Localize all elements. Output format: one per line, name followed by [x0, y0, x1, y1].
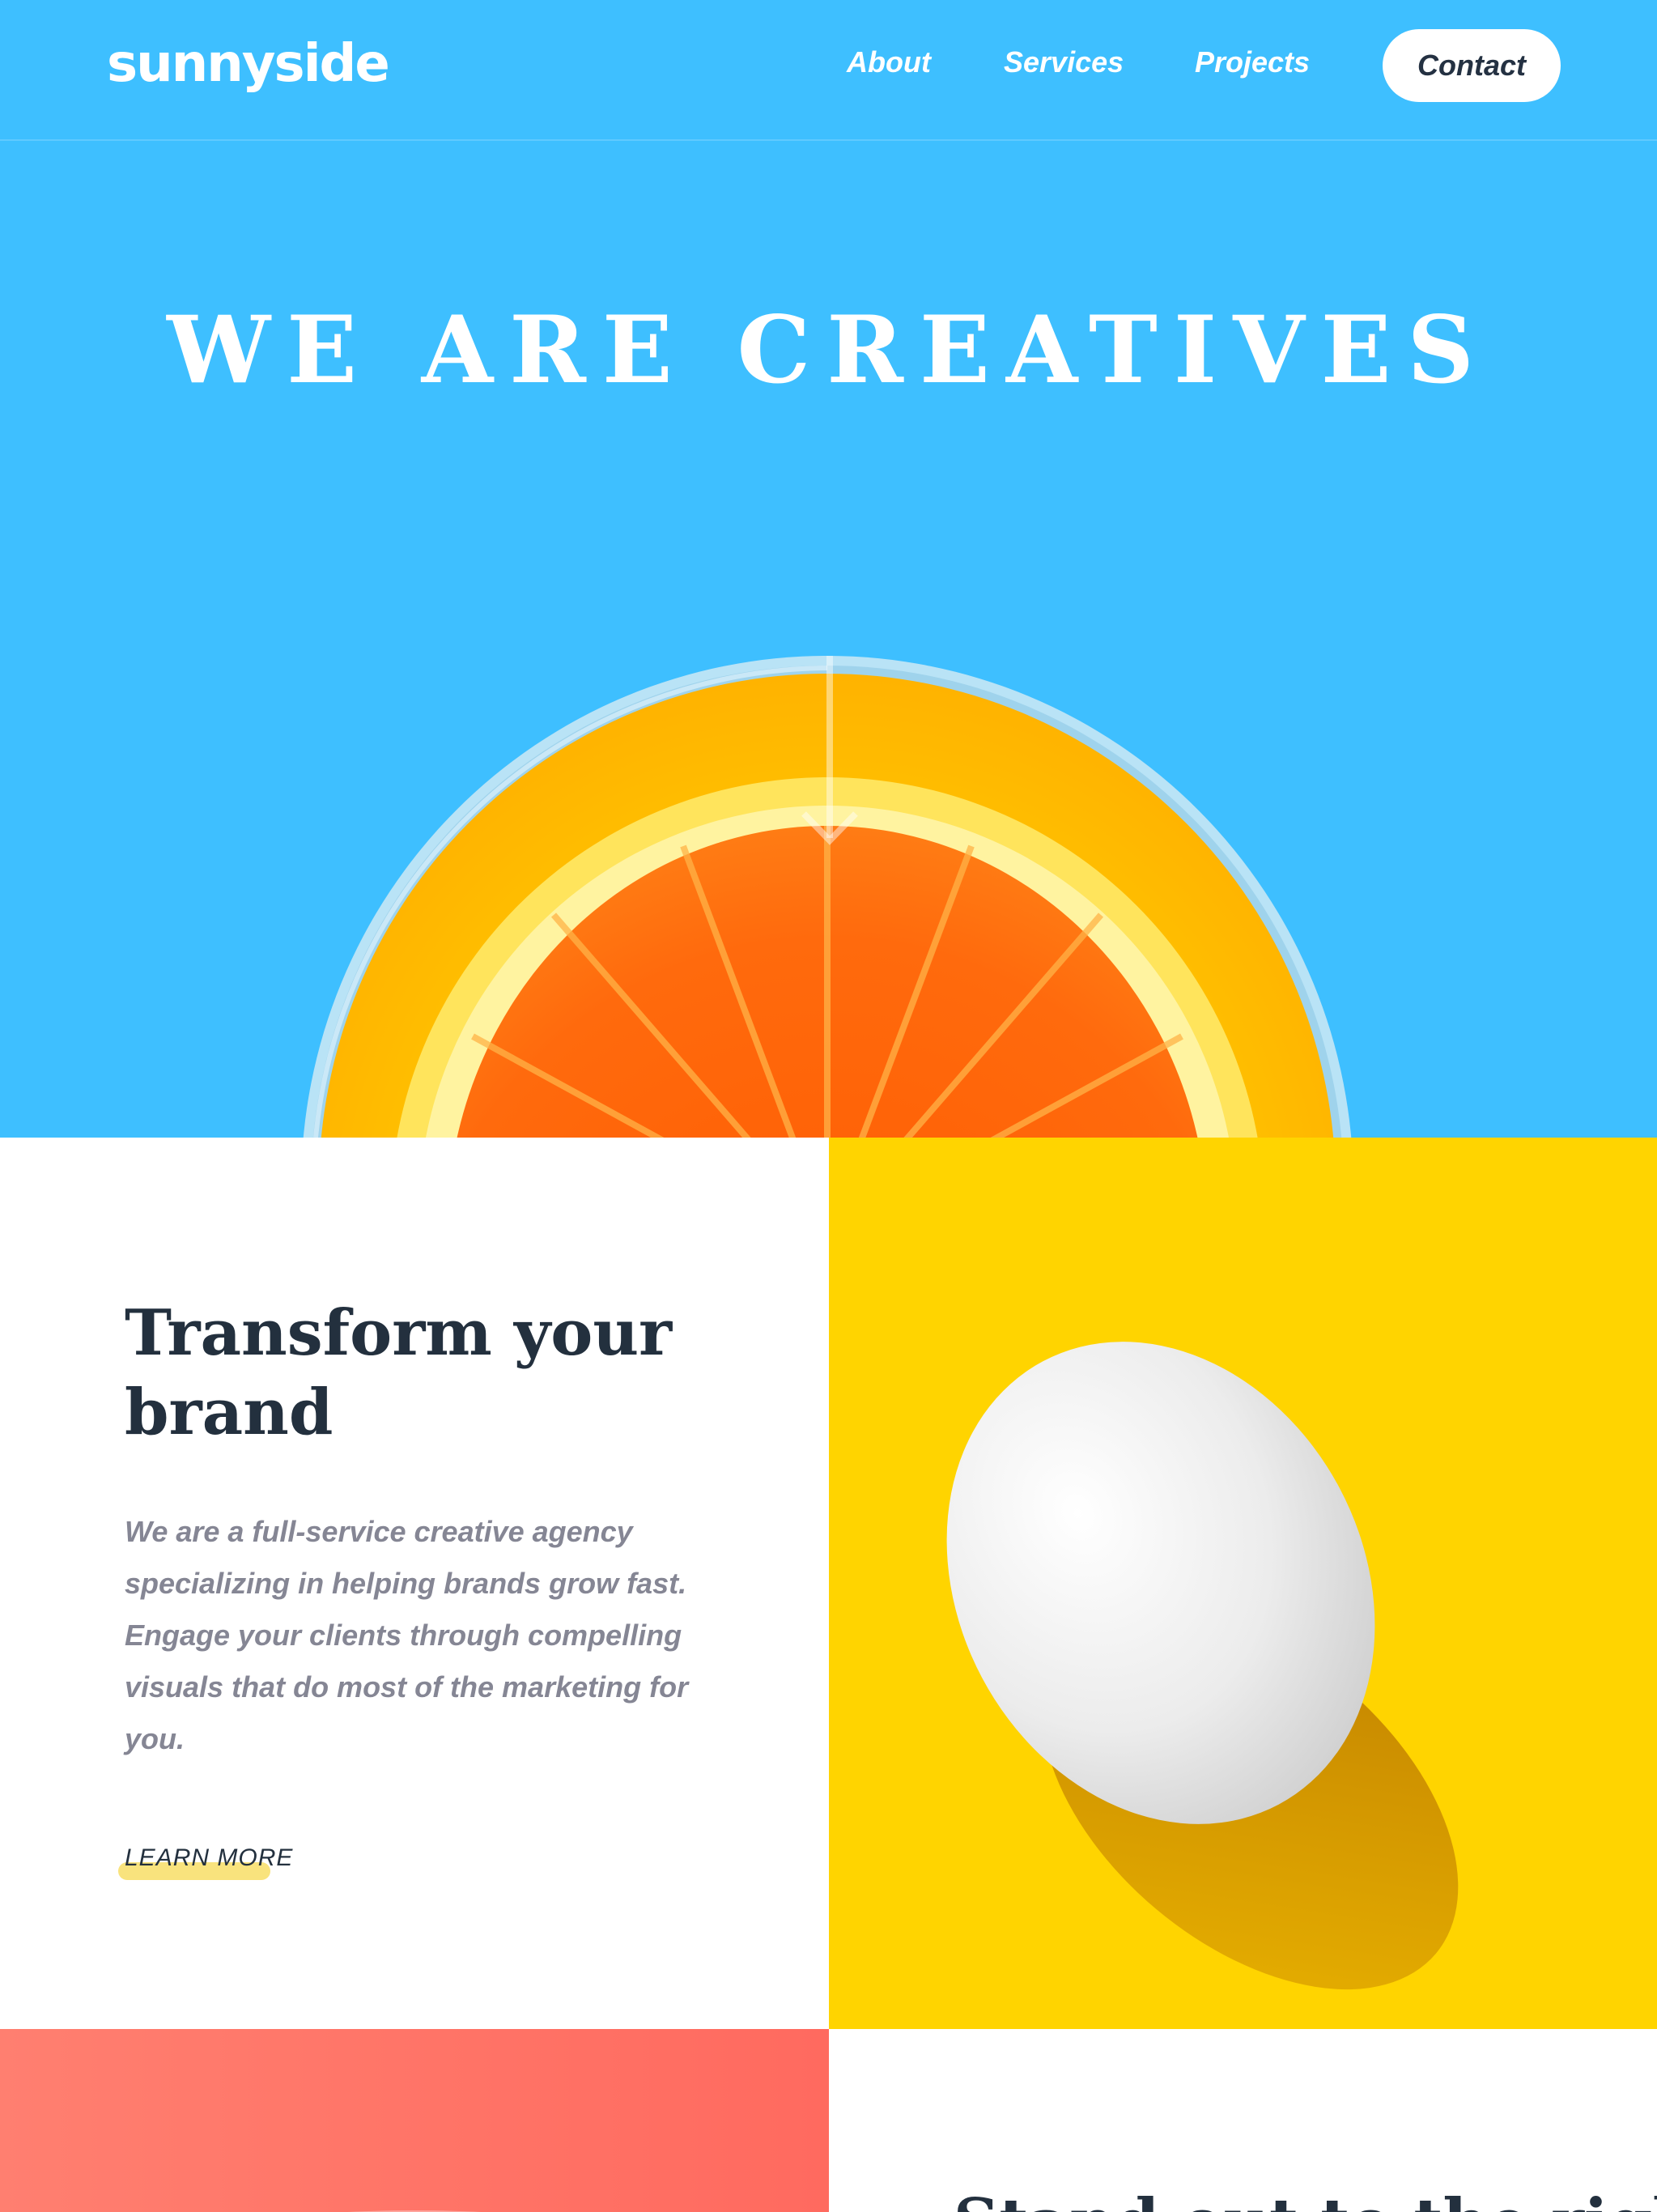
site-header: sunnyside About Services Projects Contac… — [0, 0, 1657, 141]
logo[interactable]: sunnyside — [107, 34, 390, 94]
glass-image — [0, 2029, 829, 2212]
hero-orange-image — [303, 656, 1352, 1138]
nav-projects-link[interactable]: Projects — [1195, 45, 1310, 79]
hero-section: sunnyside About Services Projects Contac… — [0, 0, 1657, 1138]
contact-button[interactable]: Contact — [1383, 29, 1561, 102]
arrow-down-icon[interactable] — [797, 656, 862, 850]
hero-title: WE ARE CREATIVES — [167, 296, 1490, 404]
transform-body: We are a full-service creative agency sp… — [125, 1515, 689, 1755]
learn-more-link[interactable]: LEARN MORE — [125, 1844, 293, 1872]
nav-about-link[interactable]: About — [847, 45, 931, 79]
egg-image — [829, 1138, 1657, 2029]
standout-title: Stand out to the right audience — [954, 2183, 1657, 2212]
standout-section: Stand out to the right audience — [829, 2029, 1657, 2212]
transform-title: Transform your brand — [125, 1296, 673, 1449]
nav-services-link[interactable]: Services — [1004, 45, 1124, 79]
